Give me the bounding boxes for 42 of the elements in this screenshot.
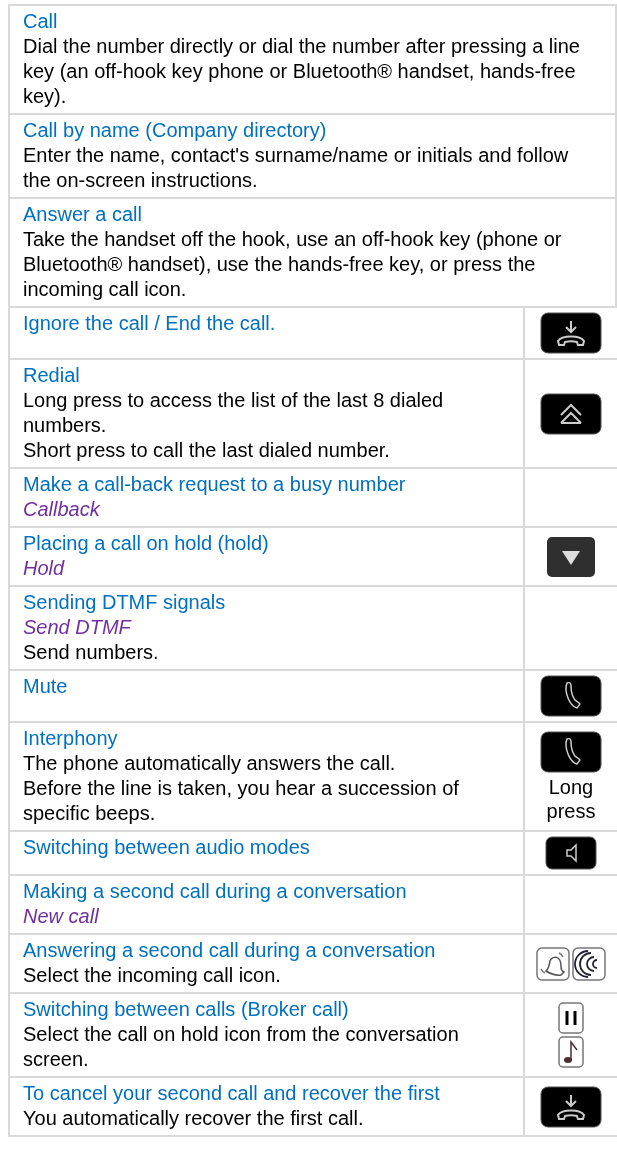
- section-heading: Mute: [23, 674, 69, 699]
- section-heading: Switching between audio modes: [23, 835, 311, 860]
- softkey-label: Hold: [23, 556, 66, 581]
- description-text: Dial the number directly or dial the number after pressing a line key (an off-hook key phone or Bluetooth® handset, hands-free key).: [23, 34, 581, 109]
- section-heading: To cancel your second call and recover the first: [23, 1081, 441, 1106]
- description-text: Before the line is taken, you hear a succession of specific beeps.: [23, 776, 460, 826]
- bell-icon: [536, 946, 570, 981]
- softkey-label: New call: [23, 904, 100, 929]
- softkey-label: Send DTMF: [23, 615, 133, 640]
- pause-icon: [558, 1002, 584, 1034]
- description-text: Select the call on hold icon from the conversation screen.: [23, 1022, 460, 1072]
- note-text: Long press: [545, 774, 597, 823]
- sound-waves-icon: [572, 946, 606, 981]
- description-text: Enter the name, contact's surname/name or initials and follow the on-screen instructions.: [23, 143, 570, 193]
- softkey-label: Callback: [23, 497, 102, 522]
- section-heading: Making a second call during a conversation: [23, 879, 408, 904]
- section-heading: Redial: [23, 363, 81, 388]
- section-heading: Answer a call: [23, 202, 143, 227]
- description-text: Take the handset off the hook, use an off-hook key (phone or Bluetooth® handset), use the hands-free key, or press the incoming call icon.: [23, 227, 563, 302]
- description-text: Short press to call the last dialed number.: [23, 438, 391, 463]
- section-heading: Sending DTMF signals: [23, 590, 227, 615]
- speaker-key-icon: [545, 836, 597, 870]
- description-text: The phone automatically answers the call.: [23, 751, 397, 776]
- handset-key-icon: [540, 731, 602, 772]
- hang-up-key-icon: [540, 312, 602, 354]
- double-chevron-key-icon: [540, 393, 602, 434]
- section-heading: Placing a call on hold (hold): [23, 531, 270, 556]
- section-heading: Ignore the call / End the call.: [23, 311, 277, 336]
- section-heading: Call: [23, 9, 59, 34]
- hang-up-key-icon: [540, 1086, 602, 1127]
- description-text: Long press to access the list of the last 8 dialed numbers.: [23, 388, 445, 438]
- section-heading: Interphony: [23, 726, 119, 751]
- section-heading: Make a call-back request to a busy number: [23, 472, 407, 497]
- down-triangle-key-icon: [547, 536, 595, 577]
- description-text: Send numbers.: [23, 640, 160, 665]
- section-heading: Switching between calls (Broker call): [23, 997, 350, 1022]
- handset-key-icon: [540, 675, 602, 717]
- description-text: Select the incoming call icon.: [23, 963, 282, 988]
- music-note-icon: [558, 1036, 584, 1068]
- description-text: You automatically recover the first call.: [23, 1106, 365, 1131]
- section-heading: Call by name (Company directory): [23, 118, 328, 143]
- section-heading: Answering a second call during a conversation: [23, 938, 437, 963]
